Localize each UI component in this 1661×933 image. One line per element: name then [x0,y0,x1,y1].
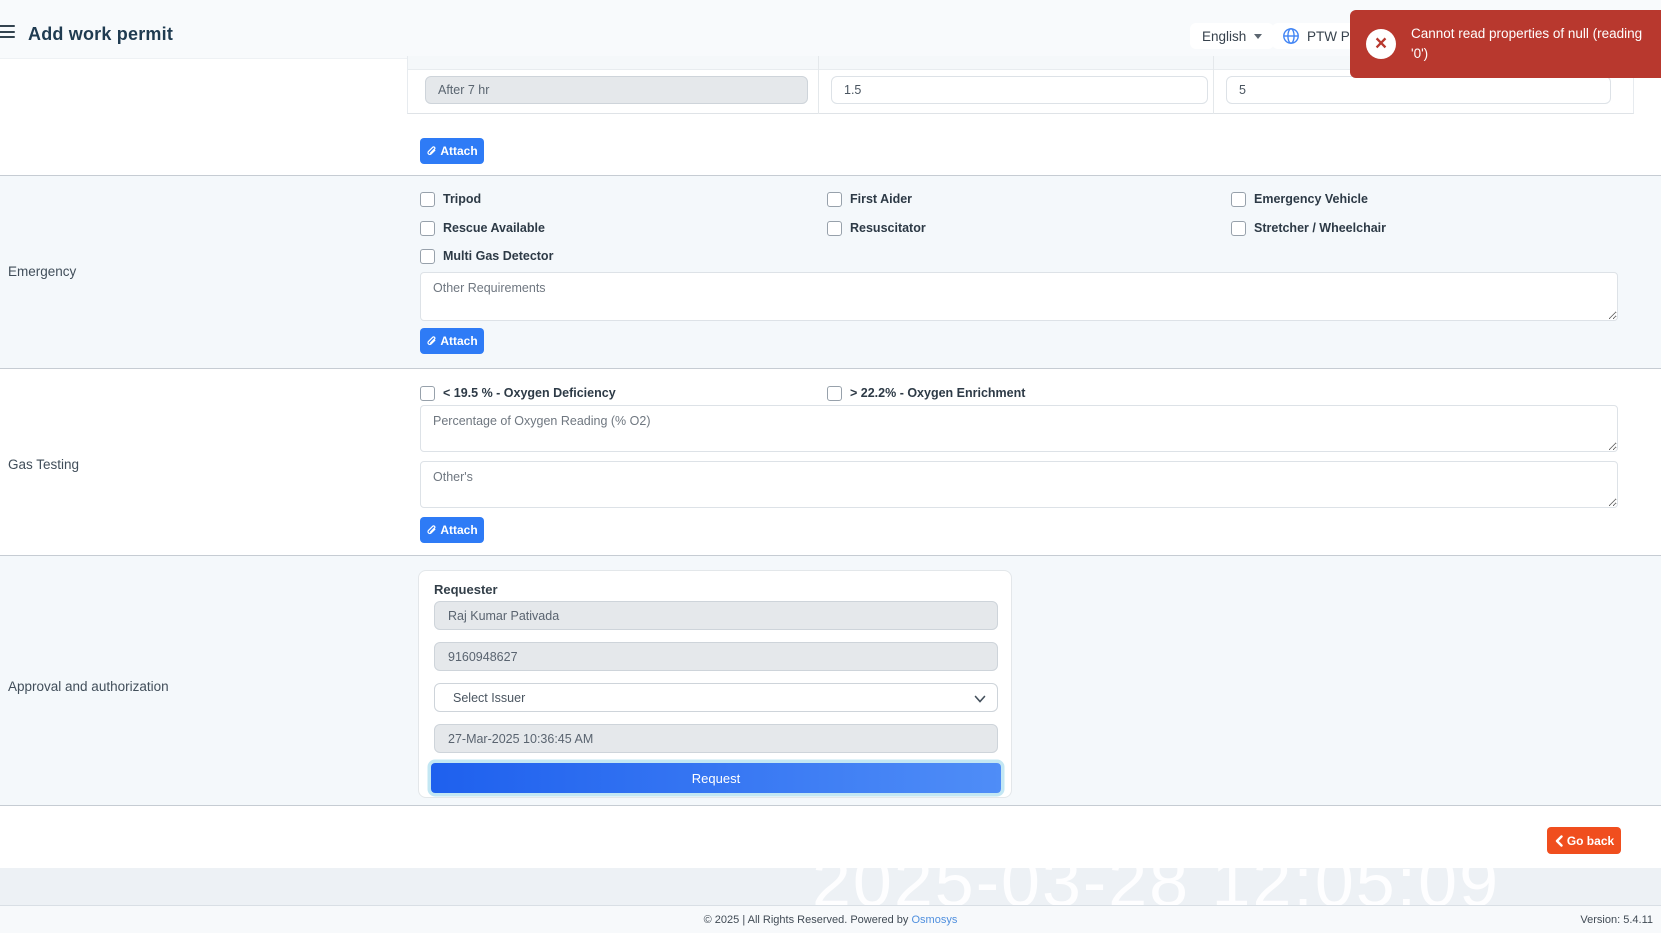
paperclip-icon [426,336,437,347]
chevron-left-icon [1554,835,1565,847]
issuer-select-value: Select Issuer [453,691,525,705]
error-toast: × Cannot read properties of null (readin… [1350,10,1661,78]
attach-button-top[interactable]: Attach [420,138,484,164]
chevron-down-icon [1254,34,1262,39]
paperclip-icon [426,146,437,157]
mid-value-field[interactable] [831,76,1208,104]
request-datetime-field [434,724,998,753]
requester-phone-field [434,642,998,671]
osmosys-link[interactable]: Osmosys [912,914,958,926]
stretcher-wheelchair-checkbox[interactable] [1231,221,1246,236]
multi-gas-detector-checkbox[interactable] [420,249,435,264]
checkbox-stretcher-wheelchair: Stretcher / Wheelchair [1231,219,1386,237]
error-circle-x-icon: × [1366,29,1396,59]
language-label: English [1202,29,1246,44]
version-text: Version: 5.4.11 [1580,914,1653,926]
checkbox-oxygen-deficiency: < 19.5 % - Oxygen Deficiency [420,384,616,402]
bottom-band [0,868,1661,905]
rescue-available-checkbox[interactable] [420,221,435,236]
toast-message: Cannot read properties of null (reading … [1411,24,1642,63]
requester-label: Requester [434,582,498,597]
right-value-field[interactable] [1226,76,1611,104]
add-work-permit-page: Add work permit English PTW Pro × Cannot… [0,0,1661,933]
checkbox-resuscitator: Resuscitator [827,219,926,237]
checkbox-rescue-available: Rescue Available [420,219,545,237]
paperclip-icon [426,525,437,536]
tripod-checkbox[interactable] [420,192,435,207]
emergency-vehicle-checkbox[interactable] [1231,192,1246,207]
attach-button-emergency[interactable]: Attach [420,328,484,354]
emergency-section-label: Emergency [8,264,76,279]
first-aider-checkbox[interactable] [827,192,842,207]
requester-name-field [434,601,998,630]
checkbox-multi-gas-detector: Multi Gas Detector [420,247,553,265]
page-title: Add work permit [28,24,173,45]
checkbox-oxygen-enrichment: > 22.2% - Oxygen Enrichment [827,384,1025,402]
oxygen-reading-textarea[interactable] [420,405,1618,452]
oxygen-enrichment-checkbox[interactable] [827,386,842,401]
checkbox-first-aider: First Aider [827,190,912,208]
after-hours-field [425,76,808,104]
oxygen-deficiency-checkbox[interactable] [420,386,435,401]
issuer-select[interactable]: Select Issuer [434,683,998,712]
gas-others-textarea[interactable] [420,461,1618,508]
emergency-other-requirements-textarea[interactable] [420,272,1618,321]
language-dropdown[interactable]: English [1190,23,1274,49]
attach-button-gas-testing[interactable]: Attach [420,517,484,543]
checkbox-emergency-vehicle: Emergency Vehicle [1231,190,1368,208]
chevron-down-icon [973,692,987,706]
go-back-button[interactable]: Go back [1547,827,1621,854]
globe-icon [1282,27,1300,45]
checkbox-tripod: Tripod [420,190,481,208]
requester-card: Requester Select Issuer Request [418,570,1012,798]
section-divider [0,805,1661,806]
gas-testing-section-label: Gas Testing [8,457,79,472]
approval-section-label: Approval and authorization [8,679,169,694]
request-button[interactable]: Request [431,763,1001,793]
hamburger-menu-icon[interactable] [0,25,15,38]
footer-bar: © 2025 | All Rights Reserved. Powered by… [0,905,1661,933]
copyright-text: © 2025 | All Rights Reserved. Powered by… [0,914,1661,926]
resuscitator-checkbox[interactable] [827,221,842,236]
section-divider [0,368,1661,369]
